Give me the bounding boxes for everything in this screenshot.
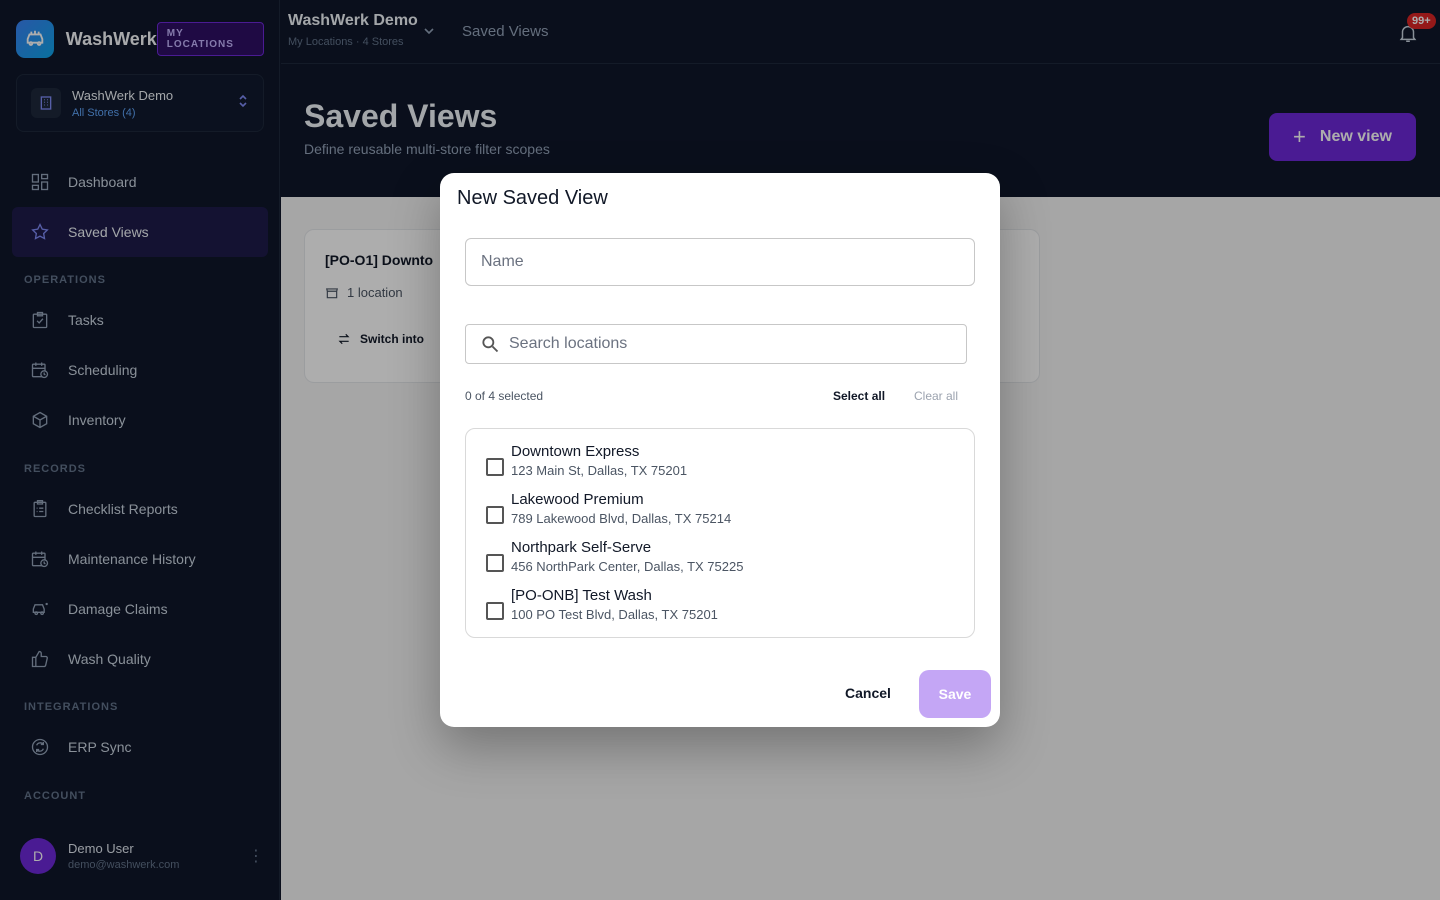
location-checkbox[interactable] [486, 506, 504, 524]
location-address: 100 PO Test Blvd, Dallas, TX 75201 [511, 607, 718, 622]
location-address: 789 Lakewood Blvd, Dallas, TX 75214 [511, 511, 732, 526]
search-icon [482, 336, 499, 353]
location-address: 456 NorthPark Center, Dallas, TX 75225 [511, 559, 744, 574]
location-list: Downtown Express 123 Main St, Dallas, TX… [465, 428, 975, 638]
search-input[interactable] [509, 335, 949, 353]
location-checkbox[interactable] [486, 554, 504, 572]
location-name: Downtown Express [511, 443, 640, 460]
dialog-title: New Saved View [457, 187, 608, 209]
list-item[interactable]: Lakewood Premium 789 Lakewood Blvd, Dall… [486, 491, 966, 535]
cancel-button[interactable]: Cancel [845, 685, 891, 701]
name-input[interactable] [465, 238, 975, 286]
new-saved-view-dialog: New Saved View 0 of 4 selected Select al… [440, 173, 1000, 727]
location-name: Lakewood Premium [511, 491, 644, 508]
clear-all-button[interactable]: Clear all [914, 389, 958, 403]
save-button[interactable]: Save [919, 670, 991, 718]
list-item[interactable]: Northpark Self-Serve 456 NorthPark Cente… [486, 539, 966, 583]
search-locations-field[interactable] [465, 324, 967, 364]
location-checkbox[interactable] [486, 602, 504, 620]
list-item[interactable]: Downtown Express 123 Main St, Dallas, TX… [486, 443, 966, 487]
location-name: Northpark Self-Serve [511, 539, 652, 556]
location-name: [PO-ONB] Test Wash [511, 587, 652, 604]
location-address: 123 Main St, Dallas, TX 75201 [511, 463, 688, 478]
location-checkbox[interactable] [486, 458, 504, 476]
list-item[interactable]: [PO-ONB] Test Wash 100 PO Test Blvd, Dal… [486, 587, 966, 631]
selection-count: 0 of 4 selected [465, 389, 544, 403]
select-all-button[interactable]: Select all [833, 389, 885, 403]
